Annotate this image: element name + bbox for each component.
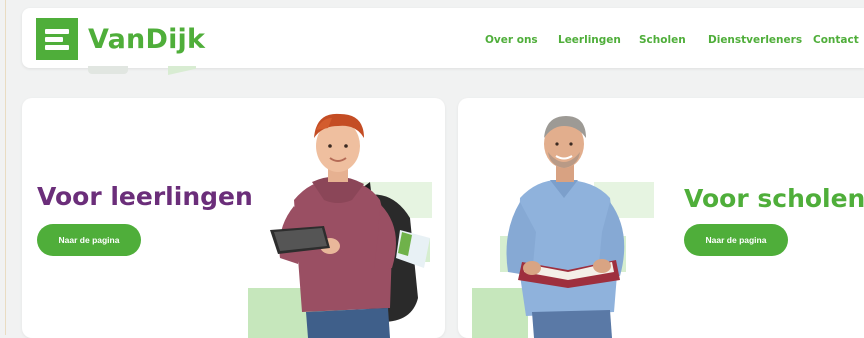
teacher-photo [506,116,625,338]
nav-dienstverleners[interactable]: Dienstverleners [708,34,802,46]
card-voor-scholen: Voor scholen Naar de pagina [458,98,864,338]
logo-mark-icon [36,18,78,60]
logo-wordmark: VanDijk [88,23,206,55]
site-header: VanDijk Over ons Leerlingen Scholen Dien… [22,8,864,68]
card-voor-leerlingen: Voor leerlingen Naar de pagina [22,98,445,338]
page-edge-line [5,0,6,335]
naar-de-pagina-button-scholen[interactable]: Naar de pagina [684,224,788,256]
naar-de-pagina-button-leerlingen[interactable]: Naar de pagina [37,224,141,256]
vandijk-logo[interactable]: VanDijk [36,18,205,60]
decorative-shape [88,66,128,74]
nav-scholen[interactable]: Scholen [639,34,686,46]
nav-over-ons[interactable]: Over ons [485,34,538,46]
nav-leerlingen[interactable]: Leerlingen [558,34,621,46]
card-title: Voor scholen [684,184,864,213]
nav-contact[interactable]: Contact [813,34,859,46]
student-photo [270,113,430,338]
decorative-shape [168,66,196,75]
card-title: Voor leerlingen [37,182,253,211]
